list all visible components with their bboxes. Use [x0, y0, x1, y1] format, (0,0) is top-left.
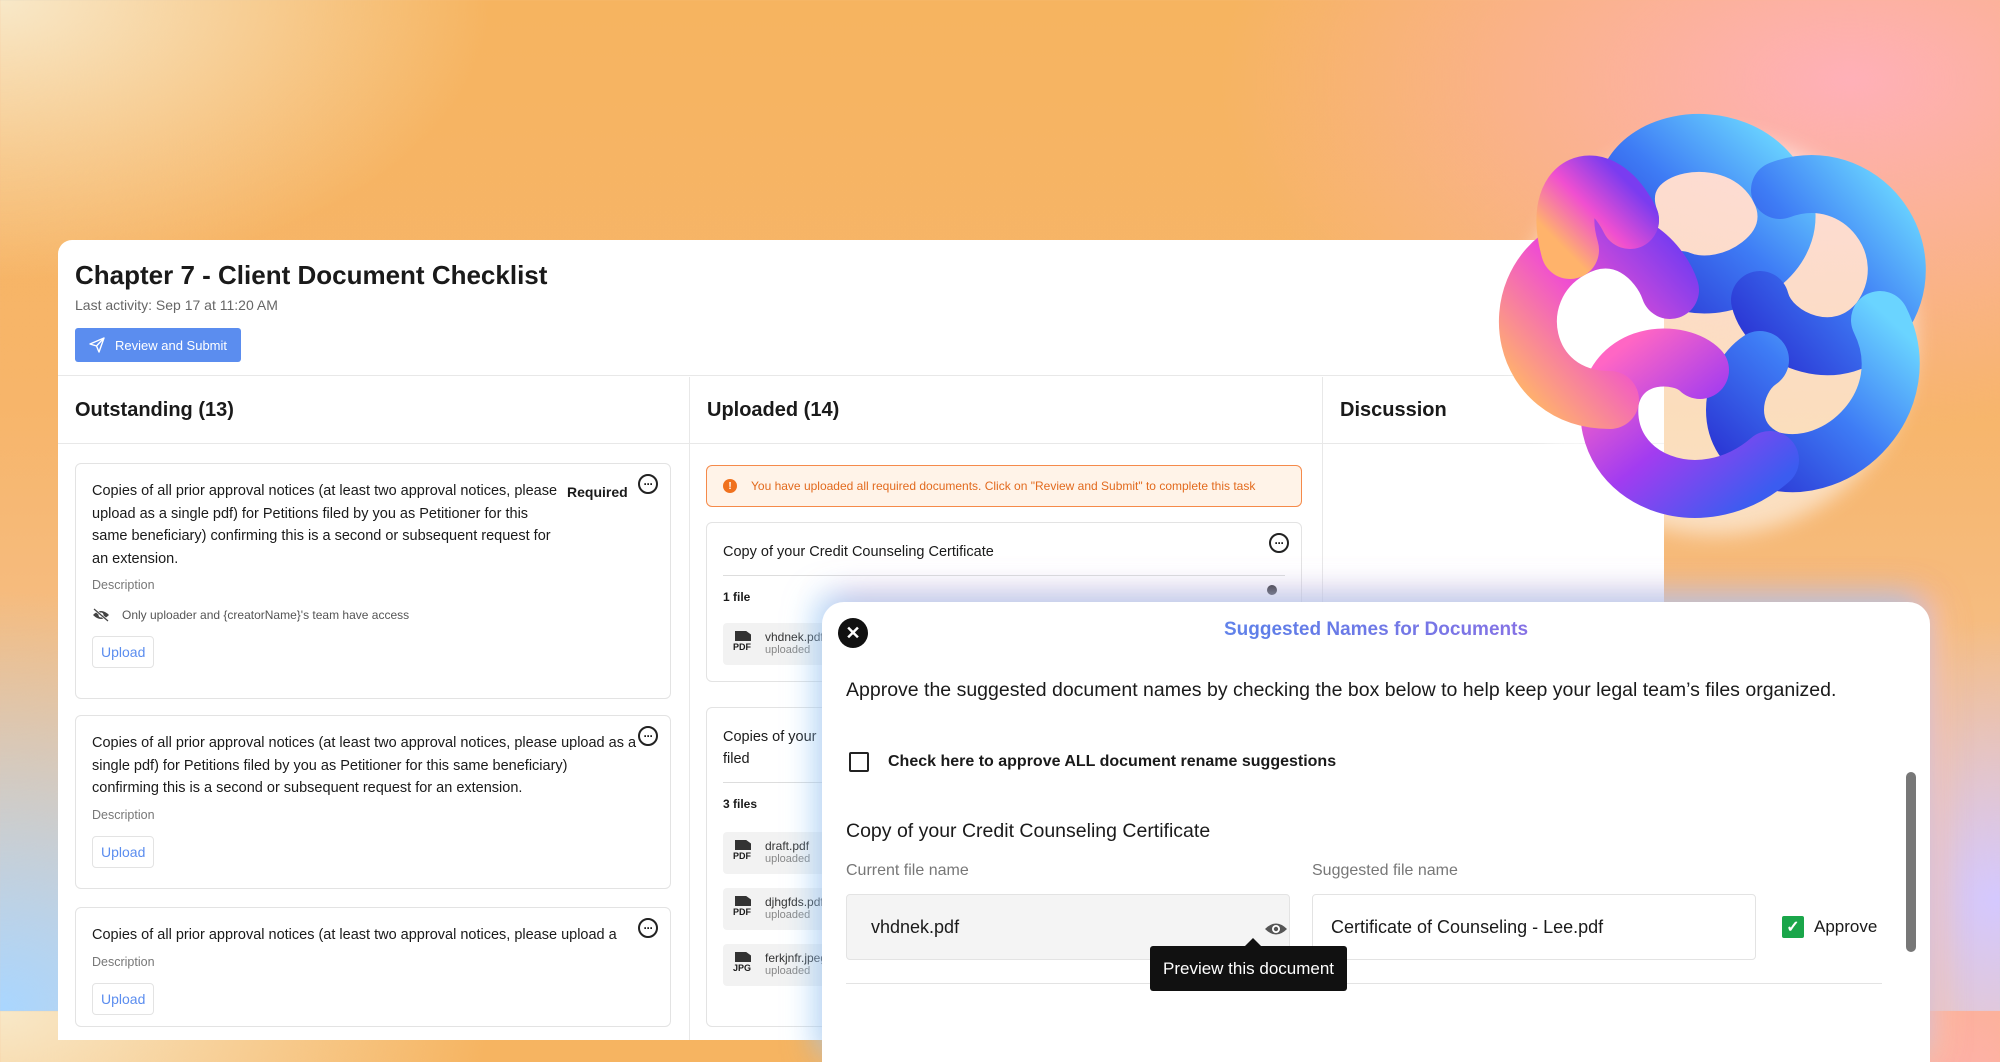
file-name: ferkjnfr.jpeg: [765, 951, 828, 965]
outstanding-item: Copies of all prior approval notices (at…: [75, 907, 671, 1027]
required-badge: Required: [567, 484, 628, 500]
approve-all-label: Check here to approve ALL document renam…: [888, 753, 1337, 770]
pdf-file-icon: PDF: [733, 840, 755, 866]
file-uploaded-info: uploaded: [765, 853, 811, 865]
outstanding-item: Copies of all prior approval notices (at…: [75, 715, 671, 889]
uploaded-heading: Uploaded (14): [690, 377, 1322, 444]
file-name: djhgfds.pdf: [765, 895, 824, 909]
item-text: Copies of all prior approval notices (at…: [92, 927, 617, 943]
approve-checkbox[interactable]: ✓: [1782, 916, 1804, 938]
modal-scrollbar[interactable]: [1906, 772, 1916, 952]
file-count: 1 file: [723, 575, 1285, 604]
pdf-file-icon: PDF: [733, 896, 755, 922]
file-name: vhdnek.pdf: [765, 630, 824, 644]
modal-title: Suggested Names for Documents: [822, 619, 1930, 641]
page-title: Chapter 7 - Client Document Checklist: [75, 260, 548, 290]
send-icon: [89, 337, 105, 353]
file-uploaded-info: uploaded: [765, 909, 811, 921]
current-name-label: Current file name: [846, 862, 969, 879]
approve-all-checkbox[interactable]: [849, 752, 869, 772]
item-text: Copies of all prior approval notices (at…: [92, 483, 558, 567]
jpg-file-icon: JPG: [733, 952, 755, 978]
suggested-name-value: Certificate of Counseling - Lee.pdf: [1331, 916, 1604, 937]
eye-icon[interactable]: [1264, 921, 1288, 937]
modal-intro: Approve the suggested document names by …: [846, 679, 1837, 701]
uploaded-card-title: Copy of your Credit Counseling Certifica…: [723, 544, 994, 560]
file-name: draft.pdf: [765, 839, 810, 853]
approve-row[interactable]: ✓ Approve: [1782, 916, 1877, 938]
item-description: Description: [92, 954, 155, 969]
current-name-value: vhdnek.pdf: [871, 916, 960, 937]
outstanding-column: Outstanding (13) Copies of all prior app…: [58, 377, 690, 1040]
upload-button[interactable]: Upload: [92, 636, 155, 668]
discussion-heading: Discussion: [1323, 377, 1664, 444]
access-text: Only uploader and {creatorName}'s team h…: [122, 608, 410, 622]
info-icon: !: [723, 479, 737, 493]
access-note: Only uploader and {creatorName}'s team h…: [92, 608, 654, 622]
item-description: Description: [92, 578, 155, 592]
outstanding-heading: Outstanding (13): [58, 377, 689, 444]
outstanding-item: Copies of all prior approval notices (at…: [75, 463, 671, 699]
complete-alert: ! You have uploaded all required documen…: [706, 465, 1302, 507]
last-activity: Last activity: Sep 17 at 11:20 AM: [75, 297, 278, 313]
checklist-header: Chapter 7 - Client Document Checklist La…: [58, 240, 1664, 376]
more-icon[interactable]: ···: [638, 474, 658, 494]
file-uploaded-info: uploaded: [765, 644, 811, 656]
suggested-name-label: Suggested file name: [1312, 862, 1458, 879]
alert-text: You have uploaded all required documents…: [751, 479, 1256, 493]
upload-button[interactable]: Upload: [92, 982, 155, 1015]
approve-all-row[interactable]: Check here to approve ALL document renam…: [849, 752, 1336, 772]
document-section-title: Copy of your Credit Counseling Certifica…: [846, 820, 1211, 842]
more-icon[interactable]: ···: [1269, 533, 1289, 553]
collapse-icon[interactable]: [1267, 585, 1277, 595]
hidden-eye-icon: [93, 608, 109, 622]
upload-button[interactable]: Upload: [92, 835, 155, 868]
review-submit-button[interactable]: Review and Submit: [75, 328, 241, 362]
item-description: Description: [92, 807, 155, 822]
approve-label: Approve: [1814, 917, 1878, 936]
divider: [846, 983, 1882, 984]
more-icon[interactable]: ···: [638, 918, 658, 938]
file-uploaded-info: uploaded: [765, 965, 811, 977]
item-text: Copies of all prior approval notices (at…: [92, 735, 637, 796]
pdf-file-icon: PDF: [733, 631, 755, 657]
suggested-names-modal: ✕ Suggested Names for Documents Approve …: [822, 602, 1930, 1062]
review-submit-label: Review and Submit: [115, 337, 227, 353]
checkmark-icon: ✓: [1786, 919, 1800, 936]
more-icon[interactable]: ···: [638, 726, 658, 746]
suggested-name-input[interactable]: Certificate of Counseling - Lee.pdf: [1312, 894, 1756, 960]
preview-tooltip: Preview this document: [1150, 938, 1348, 991]
